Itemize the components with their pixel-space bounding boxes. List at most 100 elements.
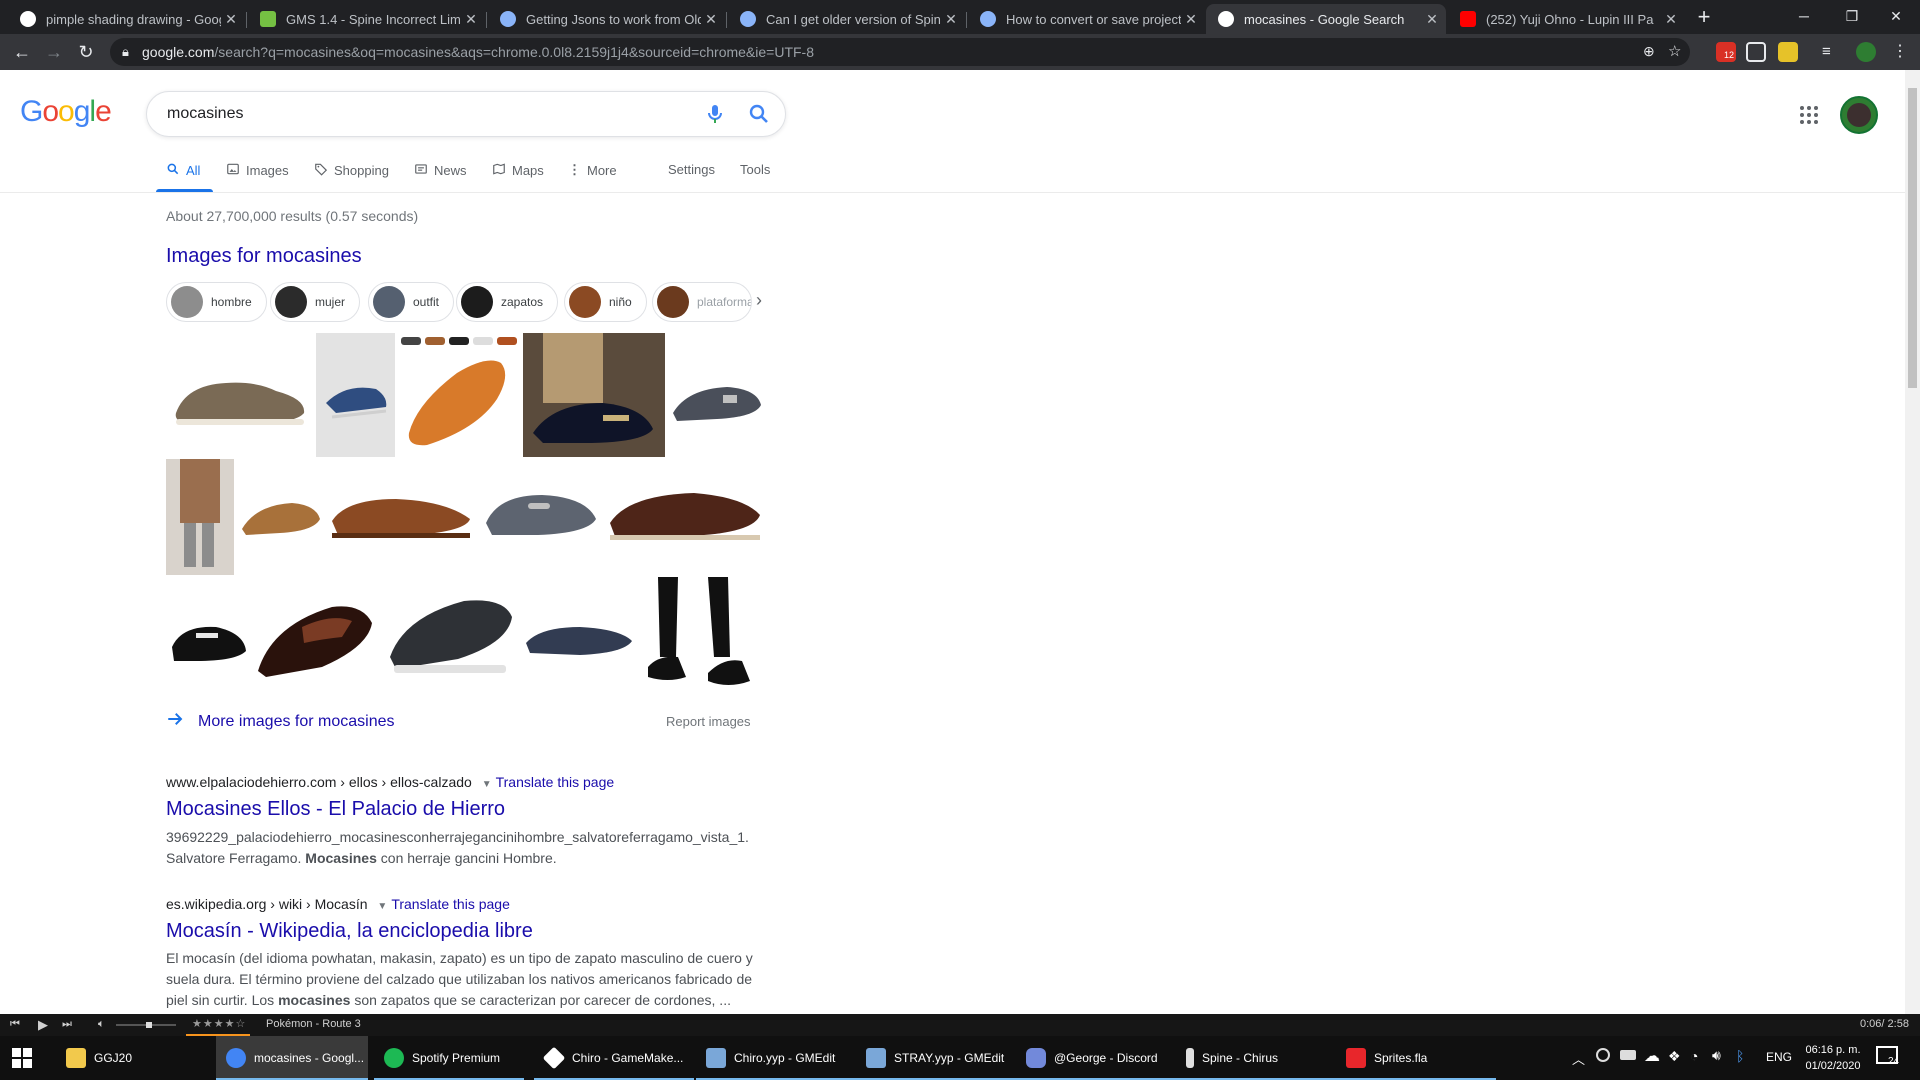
battery-icon[interactable] <box>1620 1050 1636 1060</box>
refinement-chip[interactable]: niño <box>564 282 647 322</box>
close-icon[interactable]: ✕ <box>1661 11 1681 28</box>
close-icon[interactable]: ✕ <box>701 11 721 28</box>
chevron-up-icon[interactable]: ︿ <box>1572 1049 1585 1068</box>
browser-tab-active[interactable]: mocasines - Google Search ✕ <box>1206 4 1446 34</box>
browser-tab[interactable]: (252) Yuji Ohno - Lupin III Pa ✕ <box>1448 4 1685 34</box>
back-button[interactable]: ← <box>8 38 36 66</box>
image-result[interactable] <box>166 577 250 705</box>
result-title-link[interactable]: Mocasines Ellos - El Palacio de Hierro <box>166 798 505 821</box>
search-box[interactable]: mocasines <box>146 91 786 137</box>
search-input[interactable]: mocasines <box>167 105 243 123</box>
close-icon[interactable]: ✕ <box>1422 11 1442 28</box>
image-result[interactable] <box>252 577 382 705</box>
browser-menu-icon[interactable]: ⋮ <box>1890 42 1910 62</box>
steam-icon[interactable] <box>1596 1048 1610 1062</box>
result-title-link[interactable]: Mocasín - Wikipedia, la enciclopedia lib… <box>166 920 533 943</box>
image-result[interactable] <box>604 459 766 575</box>
dropbox-icon[interactable]: ❖ <box>1668 1048 1681 1065</box>
taskbar-app[interactable]: @George - Discord <box>1016 1036 1176 1080</box>
google-logo[interactable]: Google <box>20 95 112 129</box>
refinement-chip[interactable]: mujer <box>270 282 361 322</box>
wifi-icon[interactable]: ◔ <box>1690 1048 1698 1064</box>
bluetooth-icon[interactable]: ᛒ <box>1736 1048 1744 1064</box>
image-result[interactable] <box>384 577 518 705</box>
image-result[interactable] <box>638 577 766 705</box>
cloud-icon[interactable]: ☁ <box>1644 1046 1660 1066</box>
close-icon[interactable]: ✕ <box>221 11 241 28</box>
tab-images[interactable]: Images <box>226 162 289 179</box>
image-result[interactable] <box>520 577 636 705</box>
refinement-chip[interactable]: outfit <box>368 282 455 322</box>
close-icon[interactable]: ✕ <box>1181 11 1201 28</box>
image-result[interactable] <box>316 333 395 457</box>
tab-maps[interactable]: Maps <box>492 162 544 179</box>
volume-slider[interactable] <box>116 1022 176 1028</box>
close-icon[interactable]: ✕ <box>461 11 481 28</box>
next-track-icon[interactable]: ⏭ <box>62 1018 72 1031</box>
taskbar-app[interactable]: STRAY.yyp - GMEdit <box>856 1036 1016 1080</box>
search-icon[interactable] <box>747 102 771 126</box>
browser-tab[interactable]: Getting Jsons to work from Old S ✕ <box>488 4 725 34</box>
bookmark-star-icon[interactable]: ☆ <box>1668 42 1681 60</box>
image-result[interactable] <box>236 459 324 575</box>
microphone-icon[interactable] <box>703 102 727 126</box>
gmail-extension-icon[interactable]: 12 <box>1716 42 1737 62</box>
image-result[interactable] <box>397 333 521 457</box>
image-result[interactable] <box>326 459 476 575</box>
account-avatar[interactable] <box>1840 96 1878 134</box>
close-window-button[interactable]: ✕ <box>1872 0 1920 32</box>
rating-stars[interactable]: ★★★★☆ <box>192 1017 246 1030</box>
notification-center-icon[interactable]: 24 <box>1876 1046 1900 1068</box>
taskbar-app-active[interactable]: mocasines - Googl... <box>216 1036 368 1080</box>
taskbar-app[interactable]: Chiro - GameMake... <box>534 1036 694 1080</box>
browser-tab[interactable]: GMS 1.4 - Spine Incorrect Limb ✕ <box>248 4 485 34</box>
restore-button[interactable]: ❐ <box>1828 0 1876 32</box>
tab-more[interactable]: ⋮ More <box>568 162 617 178</box>
image-result[interactable] <box>166 333 314 457</box>
volume-icon[interactable]: 🔈︎ <box>98 1018 105 1031</box>
taskbar-app[interactable]: Sprites.fla <box>1336 1036 1496 1080</box>
scrollbar-thumb[interactable] <box>1908 88 1917 388</box>
clock[interactable]: 06:16 p. m. 01/02/2020 <box>1800 1042 1866 1074</box>
profile-avatar-icon[interactable] <box>1856 42 1876 62</box>
tab-shopping[interactable]: Shopping <box>314 162 389 179</box>
close-icon[interactable]: ✕ <box>941 11 961 28</box>
image-result[interactable] <box>478 459 602 575</box>
language-indicator[interactable]: ENG <box>1766 1050 1792 1064</box>
play-icon[interactable]: ▶ <box>38 1017 48 1033</box>
location-icon[interactable]: ⊕ <box>1643 43 1655 60</box>
google-apps-icon[interactable] <box>1798 104 1820 126</box>
taskbar-app[interactable]: GGJ20 <box>56 1036 216 1080</box>
tab-news[interactable]: News <box>414 162 467 179</box>
chevron-right-icon[interactable]: › <box>756 290 762 311</box>
taskbar-app[interactable]: Spotify Premium <box>374 1036 524 1080</box>
settings-link[interactable]: Settings <box>668 162 715 177</box>
browser-tab[interactable]: Can I get older version of Spine ✕ <box>728 4 965 34</box>
browser-tab[interactable]: pimple shading drawing - Googl ✕ <box>8 4 245 34</box>
refinement-chip[interactable]: plataforma <box>652 282 752 322</box>
image-result[interactable] <box>166 459 234 575</box>
image-result[interactable] <box>523 333 665 457</box>
taskbar-app[interactable]: Spine - Chirus <box>1176 1036 1336 1080</box>
refinement-chip[interactable]: zapatos <box>456 282 559 322</box>
media-control-icon[interactable]: ≡ <box>1822 42 1842 62</box>
image-result[interactable] <box>667 333 767 457</box>
speaker-icon[interactable]: 🔊︎ <box>1712 1047 1721 1064</box>
address-bar[interactable]: 🔒︎ google.com/search?q=mocasines&oq=moca… <box>110 38 1690 66</box>
more-images-link[interactable]: More images for mocasines <box>166 710 395 733</box>
minimize-button[interactable]: ─ <box>1780 0 1828 32</box>
translate-link[interactable]: ▼ Translate this page <box>482 774 614 790</box>
tab-all[interactable]: All <box>166 162 200 179</box>
previous-track-icon[interactable]: ⏮ <box>10 1018 20 1031</box>
taskbar-app[interactable]: Chiro.yyp - GMEdit <box>696 1036 856 1080</box>
reload-button[interactable]: ↻ <box>72 38 100 66</box>
keep-extension-icon[interactable] <box>1778 42 1798 62</box>
pocket-extension-icon[interactable] <box>1746 42 1766 62</box>
translate-link[interactable]: ▼ Translate this page <box>377 896 509 912</box>
volume-handle[interactable] <box>146 1022 152 1028</box>
report-images-link[interactable]: Report images <box>666 714 751 729</box>
windows-start-icon[interactable] <box>12 1048 32 1068</box>
browser-tab[interactable]: How to convert or save project a ✕ <box>968 4 1205 34</box>
images-heading-link[interactable]: Images for mocasines <box>166 245 362 268</box>
refinement-chip[interactable]: hombre <box>166 282 267 322</box>
